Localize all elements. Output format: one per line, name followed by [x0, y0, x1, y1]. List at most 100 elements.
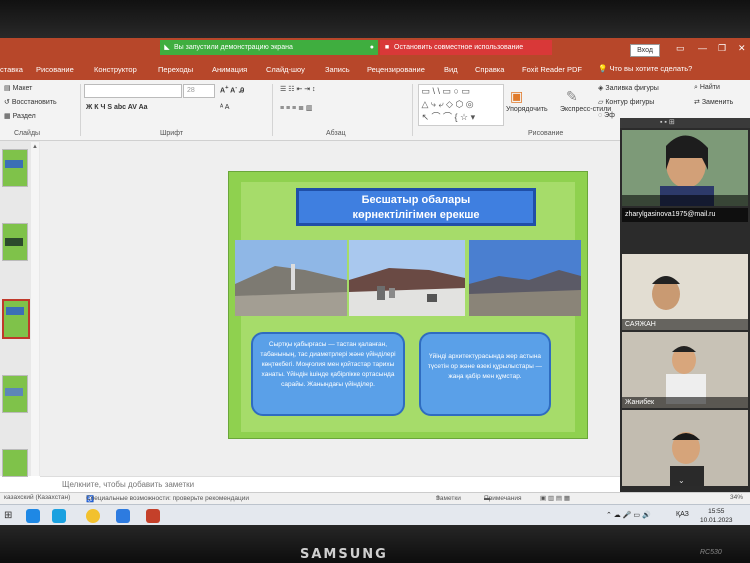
screen: ◣ Вы запустили демонстрацию экрана ● ■ Ост…: [0, 38, 750, 528]
find-button[interactable]: ⌕ Найти: [694, 84, 720, 92]
grow-font-icon[interactable]: A+ A- Ꭿ: [220, 85, 244, 95]
video-tile-host[interactable]: [622, 130, 748, 206]
photo-burial-mound[interactable]: [235, 240, 347, 316]
slide-inner-panel: Бесшатыр обалары көрнектілігімен ерекше: [235, 182, 581, 432]
keyboard-language[interactable]: ҚАЗ: [676, 511, 689, 518]
arrange-icon[interactable]: ▣: [510, 88, 523, 105]
view-buttons[interactable]: ▣ ▥ ▤ ▦: [540, 494, 570, 502]
pin-icon[interactable]: ●: [370, 40, 374, 55]
participant-name: zharylgasinova1975@mail.ru: [622, 208, 748, 222]
slide[interactable]: Бесшатыр обалары көрнектілігімен ерекше: [228, 171, 588, 439]
tab-insert[interactable]: ставка: [0, 65, 23, 74]
slide-thumbnail[interactable]: [2, 223, 28, 261]
tab-transitions[interactable]: Переходы: [158, 65, 193, 74]
tab-foxit[interactable]: Foxit Reader PDF: [522, 65, 582, 74]
grid-view-icon[interactable]: ▪ ▪ ⊞: [660, 118, 675, 126]
shape-effects-button[interactable]: ◌ Эф: [598, 112, 615, 119]
tell-me-label: Что вы хотите сделать?: [609, 64, 693, 73]
slide-thumbnail[interactable]: [2, 449, 28, 477]
search-icon: ⌕: [694, 84, 698, 91]
effects-icon: ◌: [598, 112, 603, 119]
share-icon: ◣: [164, 44, 170, 51]
font-name-input[interactable]: [84, 84, 182, 98]
tab-review[interactable]: Рецензирование: [367, 65, 425, 74]
slide-thumbnail-selected[interactable]: [2, 299, 30, 339]
tab-design[interactable]: Конструктор: [94, 65, 137, 74]
tab-view[interactable]: Вид: [444, 65, 458, 74]
notes-placeholder: Щелкните, чтобы добавить заметки: [62, 480, 195, 489]
tell-me-search[interactable]: 💡 Что вы хотите сделать?: [598, 64, 692, 73]
language-status[interactable]: казахский (Казахстан): [4, 494, 70, 501]
ribbon-tabs: ставка Рисование Конструктор Переходы Ан…: [0, 58, 750, 80]
reset-icon: ↺: [4, 99, 10, 106]
video-toolbar: ▪ ▪ ⊞: [620, 118, 750, 128]
slide-title[interactable]: Бесшатыр обалары көрнектілігімен ерекше: [296, 188, 536, 226]
slide-thumbnail[interactable]: [2, 149, 28, 187]
text-bubble-left[interactable]: Сыртқы қабырғасы — тастан қаланған, таба…: [251, 332, 405, 416]
shape-fill-button[interactable]: ◈ Заливка фигуры: [598, 84, 659, 92]
text-bubble-right[interactable]: Үйінді архитектурасында жер астына түсет…: [419, 332, 551, 416]
shape-fill-label: Заливка фигуры: [605, 85, 659, 92]
font-color-icon[interactable]: ᴬ A: [220, 104, 229, 111]
search-icon[interactable]: [26, 509, 40, 523]
restore-icon[interactable]: ❐: [718, 43, 726, 54]
section-button[interactable]: ▦ Раздел: [4, 112, 36, 120]
zoom-app-icon[interactable]: [116, 509, 130, 523]
video-tile-zhanibek[interactable]: Жанибек: [622, 332, 748, 408]
edge-icon[interactable]: [52, 509, 66, 523]
stop-sharing-label: Остановить совместное использование: [394, 44, 524, 51]
slide-thumbnail[interactable]: [2, 375, 28, 413]
align-icon[interactable]: ≡ ≡ ≡ ≣ ▥: [280, 104, 313, 112]
start-icon[interactable]: ⊞: [4, 510, 12, 521]
layout-button[interactable]: ▤ Макет: [4, 84, 32, 92]
powerpoint-icon[interactable]: [146, 509, 160, 523]
system-clock[interactable]: 15:55 10.01.2023: [700, 507, 733, 525]
participant-name: Жанибек: [622, 397, 748, 408]
minimize-icon[interactable]: —: [698, 43, 707, 53]
photo-landscape-3: [469, 240, 581, 316]
shapes-gallery[interactable]: ▭ \ \ ▭ ○ ▭ △ ⤷ ⤶ ◇ ⬡ ◎ ↖ ⌒ ⌒ { ☆ ▾: [418, 84, 504, 126]
replace-button[interactable]: ⇄ Заменить: [694, 98, 733, 106]
tab-slideshow[interactable]: Слайд-шоу: [266, 65, 305, 74]
quick-styles-icon[interactable]: ✎: [566, 88, 578, 105]
shape-outline-button[interactable]: ▱ Контур фигуры: [598, 98, 654, 106]
tab-animations[interactable]: Анимация: [212, 65, 247, 74]
video-tile-sayazhan[interactable]: САЯЖАН: [622, 254, 748, 330]
tab-record[interactable]: Запись: [325, 65, 350, 74]
video-tile-label: zharylgasinova1975@mail.ru: [622, 208, 748, 222]
thumbnail-band: [5, 160, 23, 168]
stop-icon: ■: [384, 44, 390, 51]
drawing-group-label: Рисование: [528, 130, 564, 137]
scroll-up-icon[interactable]: ▲: [32, 144, 38, 150]
tab-help[interactable]: Справка: [475, 65, 504, 74]
arrange-label[interactable]: Упорядочить: [506, 106, 548, 113]
font-size-input[interactable]: 28: [183, 84, 215, 98]
monitor-brand-logo: SAMSUNG: [300, 547, 388, 562]
photo-rocks[interactable]: [349, 240, 465, 316]
video-tile-student[interactable]: [622, 410, 748, 486]
zoom-level[interactable]: 34%: [730, 494, 743, 501]
share-message: Вы запустили демонстрацию экрана: [174, 44, 293, 51]
photo-valley[interactable]: [469, 240, 581, 316]
stop-sharing-button[interactable]: ■ Остановить совместное использование: [380, 40, 552, 55]
layout-icon: ▤: [4, 85, 11, 92]
chrome-icon[interactable]: [86, 509, 100, 523]
close-icon[interactable]: ✕: [738, 43, 746, 54]
bullets-icon[interactable]: ☰ ☷ ⇤ ⇥ ↕: [280, 85, 316, 93]
notes-pane[interactable]: Щелкните, чтобы добавить заметки: [40, 476, 620, 493]
reset-button[interactable]: ↺ Восстановить: [4, 98, 57, 106]
font-style-buttons[interactable]: Ж К Ч S abc AV Aa: [86, 104, 148, 111]
tab-draw[interactable]: Рисование: [36, 65, 74, 74]
photo-landscape-2: [349, 240, 465, 316]
replace-icon: ⇄: [694, 99, 700, 106]
tray-icons[interactable]: ⌃ ☁ 🎤 ▭ 🔊: [606, 511, 651, 519]
section-icon: ▦: [4, 113, 11, 120]
slide-title-line1: Бесшатыр обалары: [361, 194, 471, 206]
thumbnail-scrollbar[interactable]: ▲: [31, 142, 39, 476]
notes-label: Заметки: [436, 495, 461, 502]
chevron-down-icon[interactable]: ⌄: [678, 476, 685, 485]
paragraph-group-label: Абзац: [326, 130, 346, 137]
lightbulb-icon: 💡: [598, 64, 608, 73]
login-button[interactable]: Вход: [630, 44, 660, 57]
ribbon-options-icon[interactable]: ▭: [676, 43, 685, 54]
